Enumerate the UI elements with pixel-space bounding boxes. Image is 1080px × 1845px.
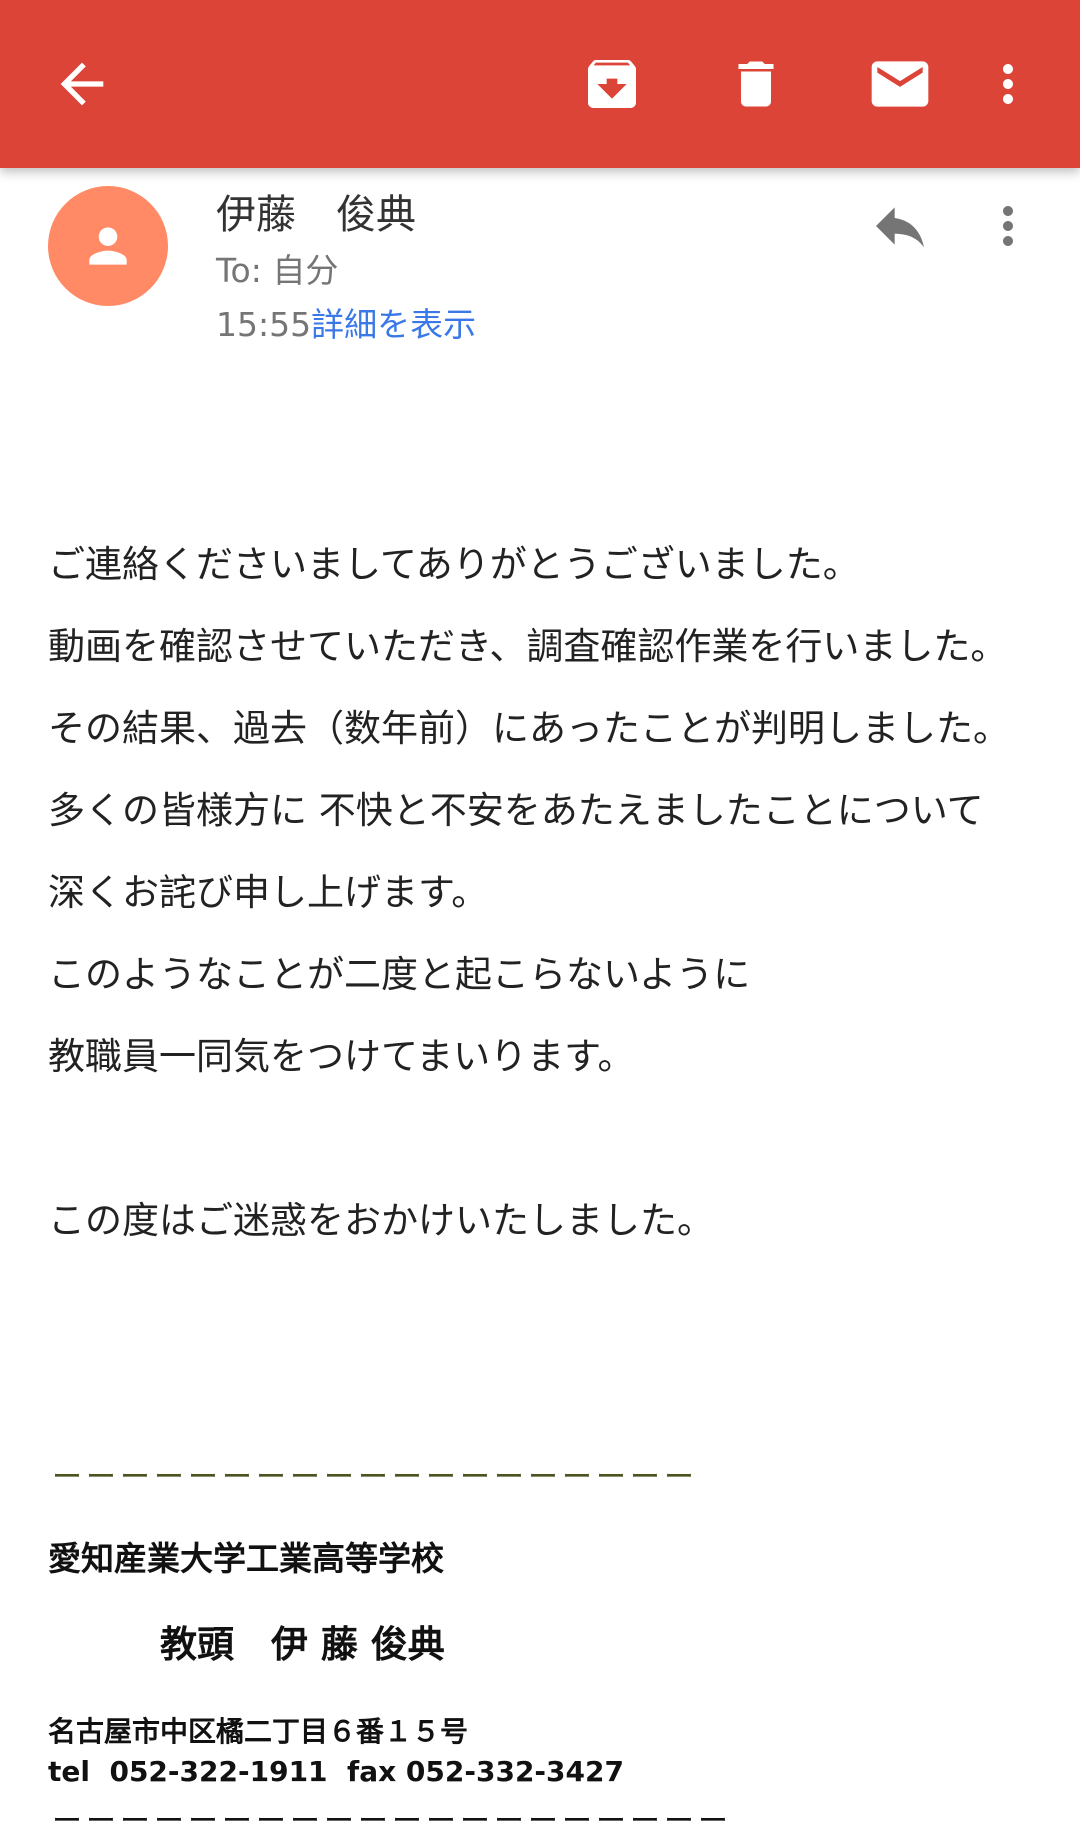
message-more-button[interactable] [968,186,1048,266]
recipient-line: To: 自分 [216,251,339,290]
delete-icon [738,61,774,107]
body-line: ご連絡くださいましてありがとうございました。 [48,543,860,586]
archive-icon [588,60,636,108]
signature-divider-top: ーーーーーーーーーーーーーーーーーーー [52,1460,698,1495]
more-vert-icon [1003,64,1013,104]
delete-button[interactable] [706,34,806,134]
sender-avatar[interactable] [48,186,168,306]
show-details-link[interactable]: 詳細を表示 [311,305,476,344]
mark-unread-icon [871,61,929,107]
signature-school: 愛知産業大学工業高等学校 [48,1539,444,1578]
sender-name: 伊藤 俊典 [216,192,416,238]
message-body: ご連絡くださいましてありがとうございました。 動画を確認させていただき、調査確認… [48,540,1048,1278]
person-icon [89,227,127,265]
message-header: 伊藤 俊典 To: 自分 15:55詳細を表示 [0,168,1080,368]
reply-icon [876,207,924,248]
message-time: 15:55 [216,305,312,344]
body-line: この度はご迷惑をおかけいたしました。 [48,1199,714,1242]
time-line: 15:55詳細を表示 [216,298,476,346]
body-line: 多くの皆様方に 不快と不安をあたえましたことについて [48,789,984,832]
signature-phone: tel 052-322-1911 fax 052-332-3427 [48,1755,624,1788]
mark-unread-button[interactable] [850,34,950,134]
more-vert-icon [1003,206,1013,246]
body-line: その結果、過去（数年前）にあったことが判明しました。 [48,707,1010,750]
signature-title-name: 教頭 伊 藤 俊典 [160,1623,445,1666]
signature-divider-bottom: ーーーーーーーーーーーーーーーーーーーー [52,1804,732,1839]
more-options-button[interactable] [958,34,1058,134]
archive-button[interactable] [562,34,662,134]
back-button[interactable] [32,34,132,134]
body-line: 深くお詫び申し上げます。 [48,871,489,914]
body-line: このようなことが二度と起こらないように [48,953,751,996]
body-line: 教職員一同気をつけてまいります。 [48,1035,635,1078]
signature-address: 名古屋市中区橘二丁目６番１５号 [48,1715,469,1748]
app-bar [0,0,1080,168]
body-line: 動画を確認させていただき、調査確認作業を行いました。 [48,625,1008,668]
arrow-back-icon [60,62,104,106]
reply-button[interactable] [860,186,940,266]
